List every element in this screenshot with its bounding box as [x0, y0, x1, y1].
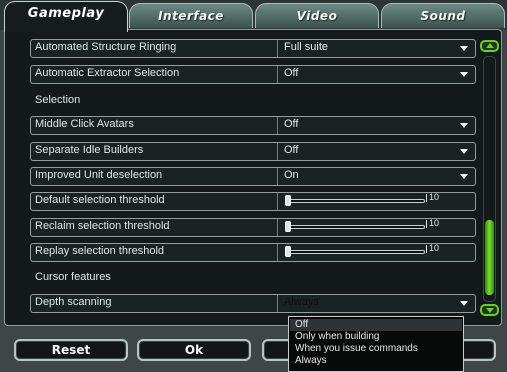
slider-thumb[interactable] [285, 221, 291, 232]
dropdown-option[interactable]: Always [290, 355, 462, 367]
depth-scanning-dropdown-list: Off Only when building When you issue co… [288, 316, 464, 372]
setting-row-improved-unit-deselection: Improved Unit deselection On [30, 167, 476, 186]
triangle-up-icon [486, 43, 494, 48]
triangle-down-icon [486, 308, 494, 313]
scrollbar-thumb[interactable] [485, 220, 494, 295]
scroll-up-button[interactable] [480, 40, 499, 52]
slider-end-tick [426, 220, 427, 228]
chevron-down-icon[interactable] [460, 174, 468, 179]
hidden-button[interactable] [460, 339, 496, 361]
setting-label: Depth scanning [35, 296, 112, 308]
setting-label: Default selection threshold [35, 194, 165, 206]
setting-row-replay-selection-threshold: Replay selection threshold 10 [30, 243, 476, 262]
chevron-down-icon[interactable] [460, 123, 468, 128]
dropdown-value[interactable]: Full suite [284, 41, 328, 53]
slider-end-tick [426, 194, 427, 202]
row-separator [277, 66, 278, 83]
slider-track[interactable] [287, 199, 425, 203]
chevron-down-icon[interactable] [460, 72, 468, 77]
setting-label: Middle Click Avatars [35, 118, 134, 130]
scroll-down-button[interactable] [480, 304, 499, 316]
slider-end-tick [426, 245, 427, 253]
slider-thumb[interactable] [285, 195, 291, 206]
tab-video[interactable]: Video [255, 3, 379, 28]
dropdown-value[interactable]: Always [284, 296, 319, 308]
dropdown-value[interactable]: On [284, 169, 299, 181]
setting-label: Automatic Extractor Selection [35, 67, 180, 79]
setting-label: Replay selection threshold [35, 245, 165, 257]
setting-row-depth-scanning: Depth scanning Always [30, 294, 476, 313]
setting-label: Reclaim selection threshold [35, 220, 170, 232]
dropdown-value[interactable]: Off [284, 144, 298, 156]
dropdown-option[interactable]: When you issue commands [290, 343, 462, 355]
setting-row-automated-structure-ringing: Automated Structure Ringing Full suite [30, 39, 476, 58]
slider-max-value: 10 [429, 218, 440, 228]
setting-label: Automated Structure Ringing [35, 41, 177, 53]
dropdown-value[interactable]: Off [284, 118, 298, 130]
slider-track[interactable] [287, 250, 425, 254]
tab-interface[interactable]: Interface [129, 3, 253, 28]
row-separator [277, 117, 278, 134]
section-heading-selection: Selection [35, 94, 81, 106]
row-separator [277, 295, 278, 312]
setting-label: Improved Unit deselection [35, 169, 163, 181]
setting-row-separate-idle-builders: Separate Idle Builders Off [30, 142, 476, 161]
row-separator [277, 143, 278, 160]
row-separator [277, 168, 278, 185]
reset-button[interactable]: Reset [14, 339, 128, 361]
setting-row-automatic-extractor-selection: Automatic Extractor Selection Off [30, 65, 476, 84]
setting-row-default-selection-threshold: Default selection threshold 10 [30, 192, 476, 211]
row-separator [277, 244, 278, 261]
dropdown-value[interactable]: Off [284, 67, 298, 79]
setting-row-middle-click-avatars: Middle Click Avatars Off [30, 116, 476, 135]
tab-gameplay[interactable]: Gameplay [4, 1, 128, 32]
tab-sound[interactable]: Sound [381, 3, 505, 28]
chevron-down-icon[interactable] [460, 149, 468, 154]
row-separator [277, 219, 278, 236]
dropdown-option[interactable]: Off [290, 319, 462, 331]
section-heading-cursor-features: Cursor features [35, 271, 111, 283]
chevron-down-icon[interactable] [460, 301, 468, 306]
chevron-down-icon[interactable] [460, 46, 468, 51]
slider-thumb[interactable] [285, 246, 291, 257]
tab-bar: Gameplay Interface Video Sound [0, 0, 507, 32]
dropdown-option[interactable]: Only when building [290, 331, 462, 343]
row-separator [277, 193, 278, 210]
slider-max-value: 10 [429, 192, 440, 202]
slider-track[interactable] [287, 225, 425, 229]
ok-button[interactable]: Ok [137, 339, 251, 361]
options-dialog: Gameplay Interface Video Sound Automated… [0, 0, 507, 372]
setting-label: Separate Idle Builders [35, 144, 144, 156]
setting-row-reclaim-selection-threshold: Reclaim selection threshold 10 [30, 218, 476, 237]
row-separator [277, 40, 278, 57]
slider-max-value: 10 [429, 243, 440, 253]
